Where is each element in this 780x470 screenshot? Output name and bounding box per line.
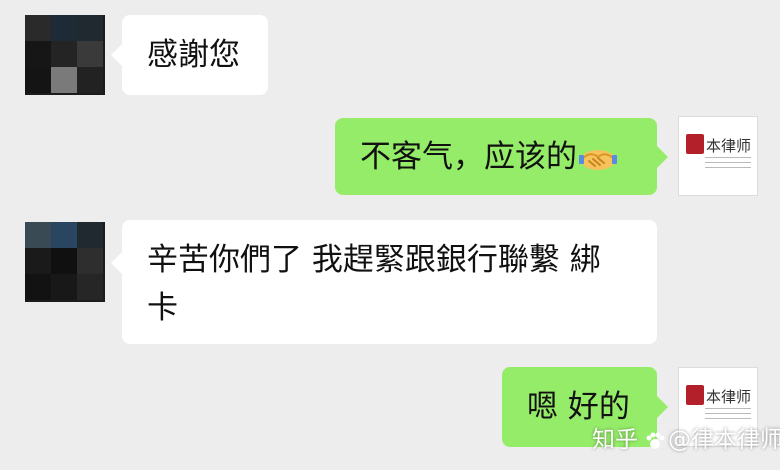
zhihu-watermark: 知乎 @律本律师: [592, 420, 780, 454]
message-text: 感謝您: [147, 37, 240, 73]
seal-icon: [686, 385, 704, 405]
seal-icon: [686, 134, 704, 154]
message-text-line-2: 卡: [147, 290, 178, 326]
message-bubble-outgoing[interactable]: 不客气，应该的: [335, 118, 657, 195]
message-text-line-1: 辛苦你們了 我趕緊跟銀行聯繫 綁: [147, 242, 601, 278]
handshake-emoji-icon: [579, 149, 617, 170]
message-text-content: 不客气，应该的: [360, 139, 577, 175]
bubble-tail: [657, 396, 668, 418]
watermark-site: 知乎: [592, 427, 638, 453]
bubble-tail: [111, 44, 122, 66]
bubble-tail: [111, 252, 122, 274]
watermark-account: @律本律师: [668, 427, 780, 453]
message-text: 不客气，应该的: [360, 135, 617, 179]
contact-avatar[interactable]: [25, 222, 105, 302]
paw-icon: [646, 432, 665, 449]
contact-avatar[interactable]: [25, 15, 105, 95]
bubble-tail: [657, 146, 668, 168]
logo-text: 本律师: [706, 137, 752, 155]
logo-subtext-lines: [705, 157, 751, 172]
self-avatar-logo[interactable]: 本律师: [678, 116, 758, 196]
message-bubble-incoming[interactable]: 感謝您: [122, 15, 268, 95]
logo-text: 本律师: [706, 388, 752, 406]
message-bubble-incoming[interactable]: 辛苦你們了 我趕緊跟銀行聯繫 綁 卡: [122, 220, 657, 344]
